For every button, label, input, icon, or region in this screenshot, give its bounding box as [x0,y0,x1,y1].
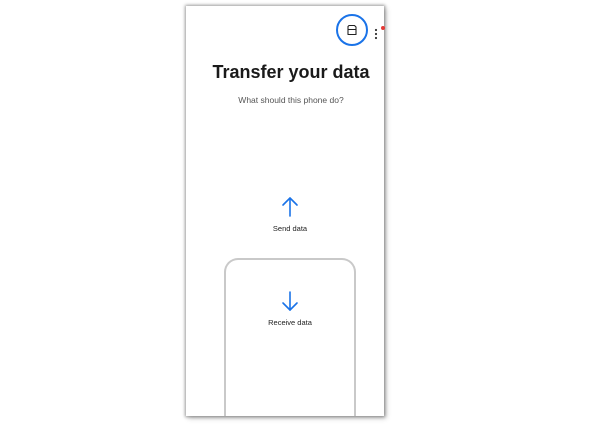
arrow-up-icon [282,197,298,217]
arrow-down-icon [282,291,298,311]
sd-card-button[interactable] [336,14,368,46]
receive-data-option[interactable]: Receive data [224,258,356,416]
receive-data-label: Receive data [268,318,312,327]
notification-dot [381,26,385,30]
more-vertical-icon [374,28,378,40]
send-data-option[interactable]: Send data [224,196,356,246]
page-subtitle: What should this phone do? [238,95,344,105]
send-data-label: Send data [272,224,308,233]
more-options-button[interactable] [370,27,382,41]
sd-card-icon [347,24,357,36]
page-title: Transfer your data [212,62,370,82]
